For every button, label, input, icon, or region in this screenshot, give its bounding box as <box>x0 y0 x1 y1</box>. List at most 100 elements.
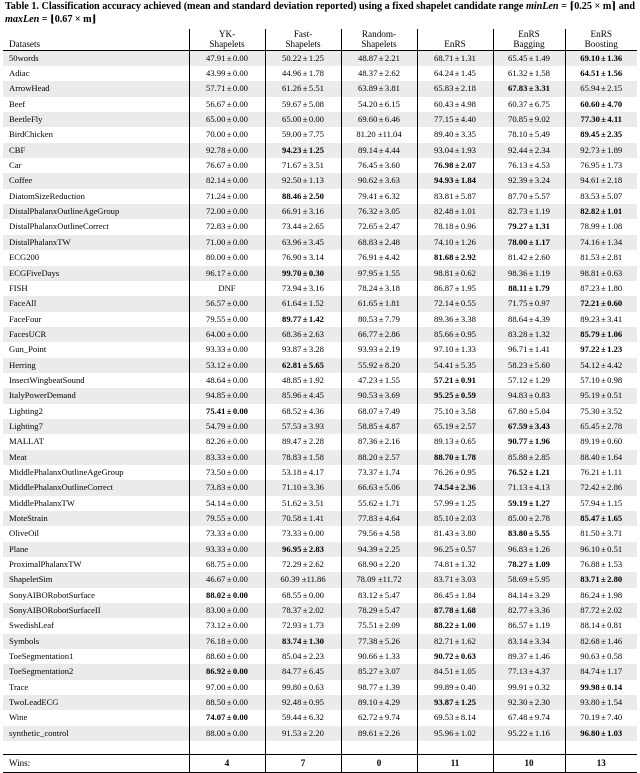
cell-std: 1.84 <box>460 175 476 186</box>
cell-mean: 86.92 <box>206 666 226 677</box>
cell-random_shapelets: 76.32±3.05 <box>340 204 417 220</box>
cell-enrs_boosting: 96.80±1.03 <box>564 725 637 742</box>
plus-minus-icon: ± <box>528 344 534 355</box>
cell-mean: 84.14 <box>508 589 528 600</box>
cell-std: 1.64 <box>607 451 623 462</box>
table-body: 50words 47.91±0.00 50.22±1.25 48.87±2.21 68.… <box>3 49 637 773</box>
cell-std: 0.51 <box>607 543 623 554</box>
plus-minus-icon: ± <box>378 620 384 631</box>
cell-mean: 65.19 <box>434 420 454 431</box>
cell-enrs: 74.81±1.32 <box>416 557 493 573</box>
cell-fast_shapelets: 94.23±1.25 <box>264 142 341 159</box>
cell-enrs: 98.81±0.62 <box>416 265 493 281</box>
cell-mean: 76.91 <box>358 252 378 263</box>
cell-random_shapelets: 93.93±2.19 <box>340 342 417 358</box>
plus-minus-icon: ± <box>454 727 460 738</box>
cell-random_shapelets: 48.87±2.21 <box>340 49 417 67</box>
cell-std: 3.51 <box>308 160 324 171</box>
plus-minus-icon: ± <box>302 252 308 263</box>
cell-std: 2.81 <box>607 252 623 263</box>
cell-enrs_bagging: 82.73±1.19 <box>492 204 565 220</box>
plus-minus-icon: ± <box>528 589 534 600</box>
cell-enrs_boosting: 57.94±1.15 <box>564 495 637 511</box>
dataset-name: DistalPhalanxOutlineCorrect <box>9 221 109 232</box>
plus-minus-icon: ± <box>302 190 308 201</box>
cell-mean: 48.37 <box>358 68 378 79</box>
cell-mean: 99.98 <box>580 681 600 692</box>
dataset-name: SwedishLeaf <box>9 620 54 631</box>
cell-std: 1.84 <box>460 589 476 600</box>
cell-mean: 58.85 <box>358 420 378 431</box>
cell-std: 0.00 <box>232 405 248 416</box>
dataset-name: ArrowHead <box>3 81 189 97</box>
cell-std: 0.00 <box>232 374 248 385</box>
cell-mean: 92.30 <box>508 697 528 708</box>
plus-minus-icon: ± <box>226 98 232 109</box>
cell-mean: 80.53 <box>358 313 378 324</box>
plus-minus-icon: ± <box>302 605 308 616</box>
cell-fast_shapelets: 59.00±7.75 <box>264 127 341 143</box>
plus-minus-icon: ± <box>302 620 308 631</box>
cell-std: 2.80 <box>607 574 623 585</box>
plus-minus-icon: ± <box>302 635 308 646</box>
cell-mean: 72.42 <box>580 482 600 493</box>
cell-std: 2.63 <box>308 328 324 339</box>
table-row: Coffee 82.14±0.00 92.50±1.13 90.62±3.63 94.9… <box>3 173 637 189</box>
cell-std: 4.87 <box>384 420 400 431</box>
cell-mean: 59.19 <box>508 497 528 508</box>
cell-fast_shapelets: 68.52±4.36 <box>264 403 341 419</box>
cell-std: 0.00 <box>232 98 248 109</box>
cell-enrs_bagging: 61.32±1.58 <box>492 66 565 82</box>
cell-mean: 83.53 <box>580 190 600 201</box>
cell-random_shapelets: 90.53±3.69 <box>340 388 417 404</box>
dataset-name: TwoLeadECG <box>3 695 189 711</box>
cell-random_shapelets: 85.27±3.07 <box>340 664 417 680</box>
cell-mean: 82.68 <box>580 635 600 646</box>
cell-std: 3.80 <box>460 528 476 539</box>
cell-std: 0.00 <box>232 144 248 155</box>
plus-minus-icon: ± <box>302 559 308 570</box>
cell-mean: 85.00 <box>508 513 528 523</box>
cell-fast_shapelets: 70.58±1.41 <box>264 511 341 527</box>
plus-minus-icon: ± <box>528 574 534 585</box>
cell-enrs_bagging: 67.48±9.74 <box>492 710 565 726</box>
results-table: Datasets YK- Shapelets Fast- Shapelets R… <box>3 29 637 773</box>
cell-enrs_bagging: 65.45±1.49 <box>492 49 565 67</box>
cell-random_shapelets: 76.45±3.60 <box>340 158 417 174</box>
cell-std: 1.41 <box>308 513 324 523</box>
cell-yk_shapelets: 53.12±0.00 <box>188 357 265 373</box>
cell-mean: 76.18 <box>206 635 226 646</box>
cell-std: 1.53 <box>607 559 623 570</box>
cell-mean: 89.10 <box>358 697 378 708</box>
cell-mean: 99.91 <box>508 681 528 692</box>
cell-std: 1.96 <box>534 436 550 447</box>
cell-std: 2.92 <box>460 252 476 263</box>
cell-mean: 78.24 <box>358 282 378 293</box>
spacer-cell <box>340 741 417 755</box>
cell-enrs_boosting: 89.45±2.35 <box>564 127 637 143</box>
cell-std: 4.36 <box>308 405 324 416</box>
cell-std: 1.55 <box>384 374 400 385</box>
table-row: Symbols 76.18±0.00 83.74±1.30 77.38±5.26 82.… <box>3 633 637 650</box>
cell-std: 4.98 <box>460 98 476 109</box>
cell-std: 1.46 <box>534 651 550 662</box>
cell-std: 2.18 <box>460 83 476 94</box>
cell-std: 1.19 <box>534 267 550 278</box>
cell-enrs: 65.19±2.57 <box>416 418 493 435</box>
cell-std: 2.62 <box>384 68 400 79</box>
cell-std: 4.64 <box>384 513 400 523</box>
cell-mean: 71.13 <box>508 482 528 493</box>
cell-mean: 78.83 <box>282 451 302 462</box>
plus-minus-icon: ± <box>528 221 534 232</box>
dataset-name: DistalPhalanxOutlineAgeGroup <box>3 204 189 220</box>
cell-fast_shapelets: 73.33±0.00 <box>264 526 341 542</box>
cell-mean: 87.70 <box>508 190 528 201</box>
plus-minus-icon: ± <box>528 712 534 723</box>
dataset-name: DistalPhalanxTW <box>3 234 189 251</box>
cell-std: 2.78 <box>534 513 550 523</box>
cell-mean: 92.50 <box>282 175 302 186</box>
plus-minus-icon: ± <box>302 543 308 554</box>
cell-enrs_bagging: 98.36±1.19 <box>492 265 565 281</box>
cell-enrs_bagging: 71.13±4.13 <box>492 480 565 496</box>
table-row: DistalPhalanxTW 71.00±0.00 63.96±3.45 68.83… <box>3 234 637 251</box>
